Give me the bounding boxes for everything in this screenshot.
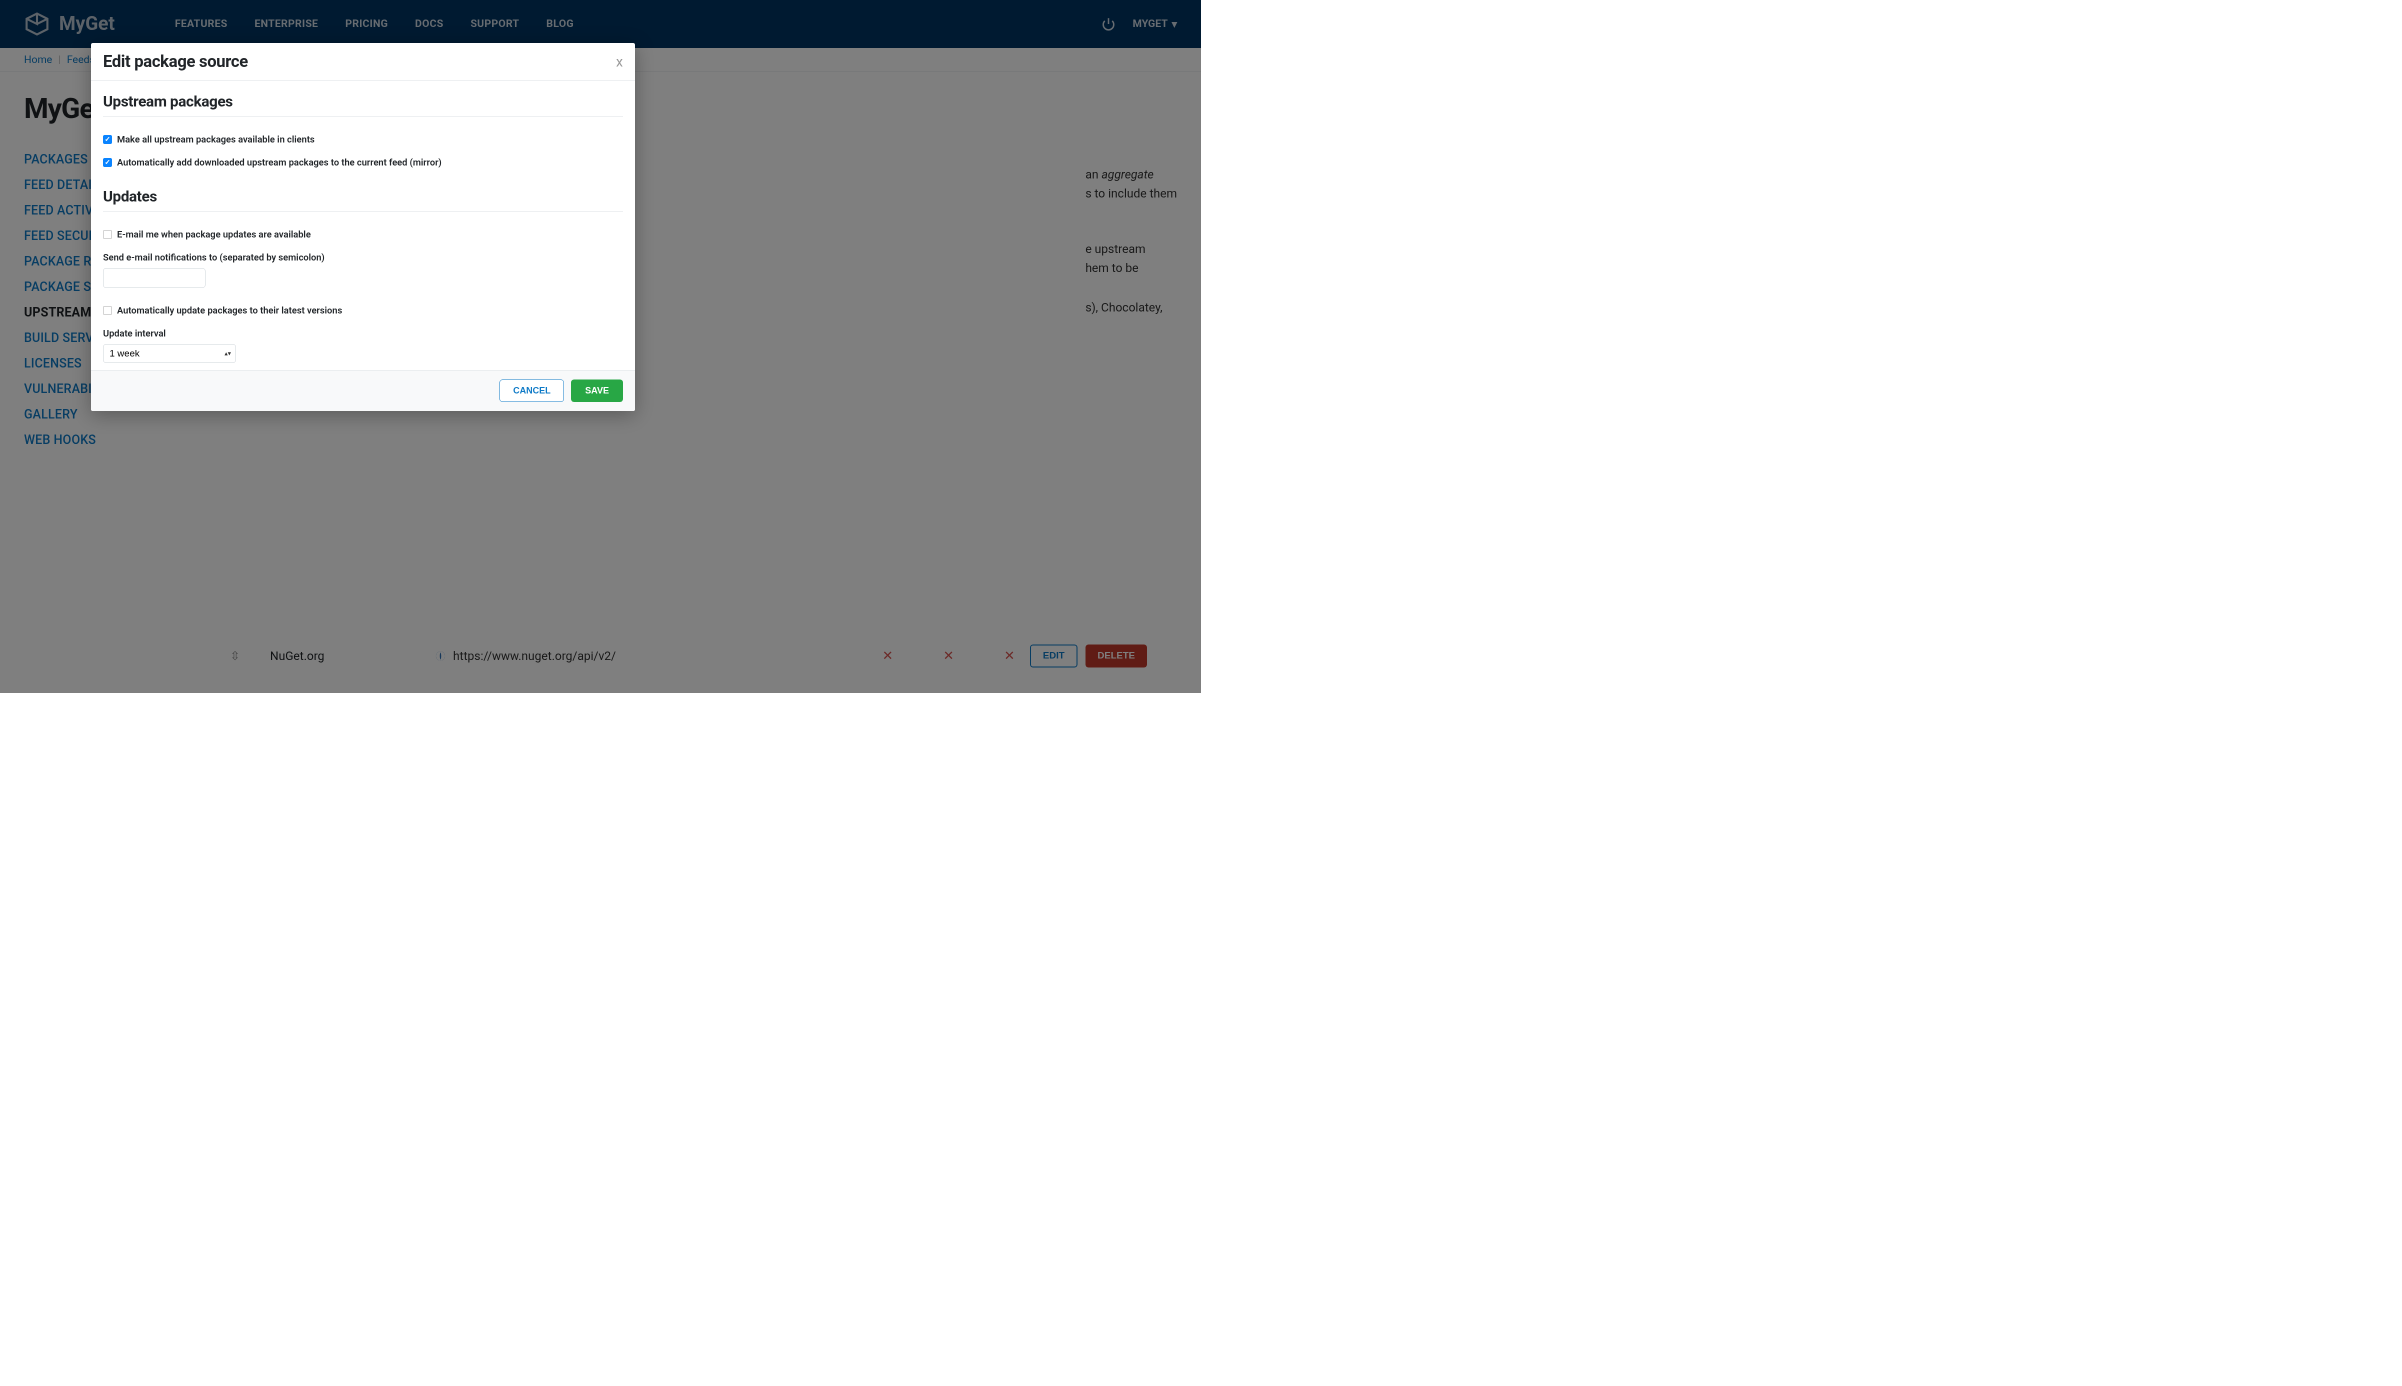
checkbox-mirror[interactable] — [103, 158, 112, 167]
checkbox-auto-update[interactable] — [103, 306, 112, 315]
label-email-to: Send e-mail notifications to (separated … — [103, 252, 623, 263]
checkbox-email-updates[interactable] — [103, 230, 112, 239]
label-make-available: Make all upstream packages available in … — [117, 134, 315, 145]
label-update-interval: Update interval — [103, 328, 623, 339]
label-auto-update: Automatically update packages to their l… — [117, 305, 342, 316]
checkbox-make-available[interactable] — [103, 135, 112, 144]
edit-package-source-modal: Edit package source x Upstream packages … — [91, 43, 635, 411]
section-upstream-packages: Upstream packages — [103, 93, 623, 117]
modal-title: Edit package source — [103, 52, 248, 72]
label-mirror: Automatically add downloaded upstream pa… — [117, 157, 442, 168]
modal-footer: CANCEL SAVE — [91, 370, 635, 411]
cancel-button[interactable]: CANCEL — [500, 380, 565, 403]
save-button[interactable]: SAVE — [571, 380, 623, 403]
close-icon[interactable]: x — [616, 54, 623, 71]
label-email-updates: E-mail me when package updates are avail… — [117, 229, 311, 240]
modal-body: Upstream packages Make all upstream pack… — [91, 81, 635, 370]
update-interval-select[interactable]: 1 week — [103, 344, 236, 363]
modal-header: Edit package source x — [91, 43, 635, 81]
email-notifications-input[interactable] — [103, 268, 206, 288]
section-updates: Updates — [103, 188, 623, 212]
